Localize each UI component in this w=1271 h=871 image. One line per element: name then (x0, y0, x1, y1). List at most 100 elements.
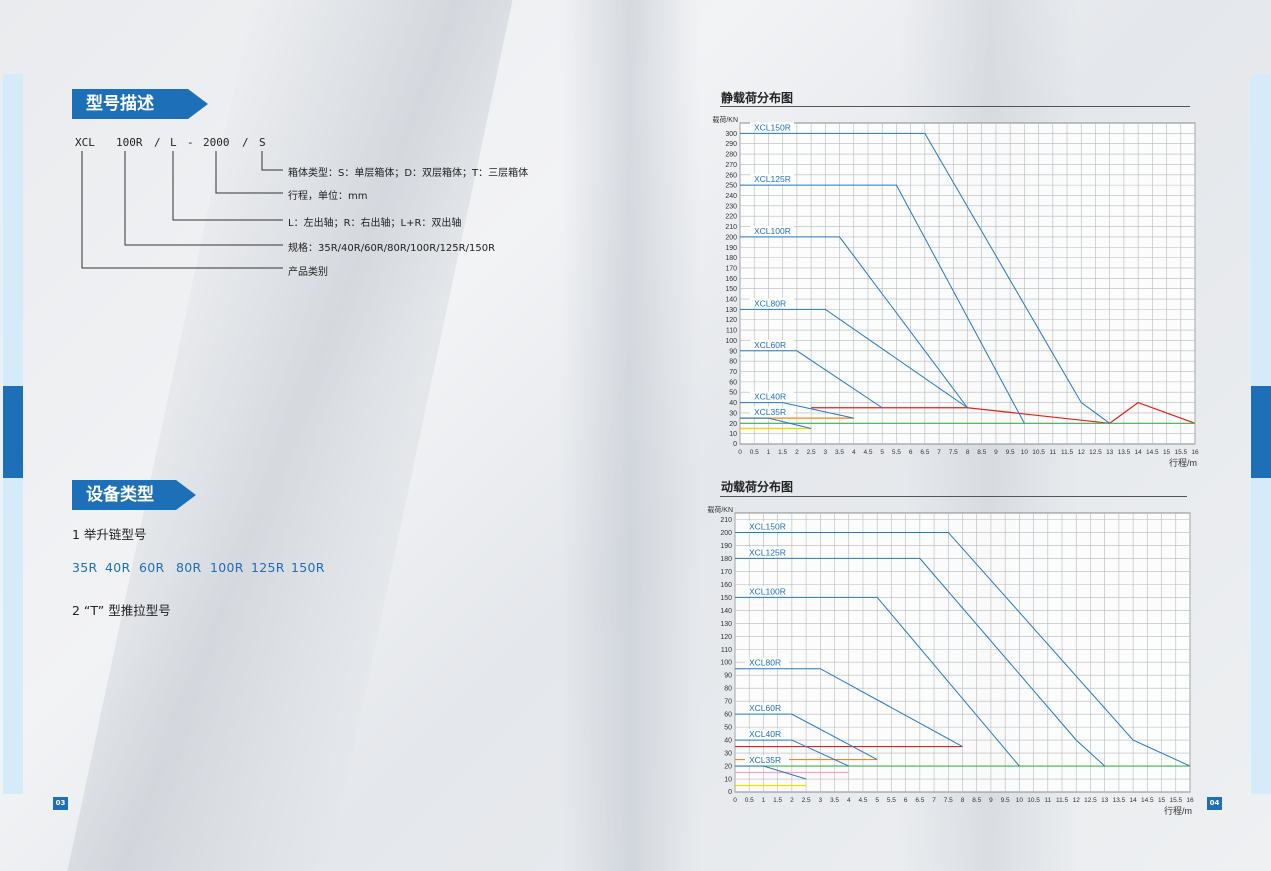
background-photo-overlay (560, 0, 700, 871)
static-load-chart-title: 静载荷分布图 (721, 91, 794, 105)
y-tick-label: 40 (724, 738, 732, 745)
x-tick-label: 4 (852, 449, 856, 456)
y-tick-label: 250 (725, 183, 737, 190)
x-tick-label: 5.5 (887, 797, 896, 804)
x-tick-label: 13.5 (1113, 797, 1126, 804)
y-tick-label: 60 (724, 712, 732, 719)
x-tick-label: 1.5 (773, 797, 782, 804)
y-tick-label: 150 (725, 286, 737, 293)
x-tick-label: 13 (1101, 797, 1109, 804)
x-tick-label: 16 (1191, 449, 1199, 456)
y-tick-label: 140 (725, 297, 737, 304)
model-150r: 150R (291, 560, 325, 575)
x-tick-label: 7 (937, 449, 941, 456)
y-tick-label: 220 (725, 214, 737, 221)
x-tick-label: 12 (1073, 797, 1081, 804)
x-tick-label: 10.5 (1027, 797, 1040, 804)
x-tick-label: 1 (762, 797, 766, 804)
x-tick-label: 5 (880, 449, 884, 456)
y-tick-label: 270 (725, 162, 737, 169)
x-tick-label: 5.5 (892, 449, 901, 456)
series-label-xcl125r: XCL125R (754, 174, 791, 184)
model-100r: 100R (210, 560, 244, 575)
y-tick-label: 10 (724, 777, 732, 784)
desc-stroke: 行程，单位：mm (288, 191, 368, 202)
x-tick-label: 16 (1186, 797, 1194, 804)
y-tick-label: 230 (725, 203, 737, 210)
y-tick-label: 160 (725, 276, 737, 283)
x-tick-label: 11 (1044, 797, 1051, 804)
x-tick-label: 12.5 (1089, 449, 1102, 456)
x-tick-label: 10.5 (1032, 449, 1045, 456)
x-tick-label: 13.5 (1118, 449, 1131, 456)
x-axis-label: 行程/m (1169, 457, 1197, 468)
x-tick-label: 12.5 (1084, 797, 1097, 804)
series-label-xcl80r: XCL80R (754, 298, 786, 308)
x-tick-label: 0.5 (745, 797, 754, 804)
x-tick-label: 9.5 (1006, 449, 1015, 456)
x-tick-label: 13 (1106, 449, 1114, 456)
y-tick-label: 190 (725, 245, 737, 252)
model-35r: 35R (72, 560, 98, 575)
y-tick-label: 20 (729, 421, 737, 428)
x-tick-label: 11 (1049, 449, 1056, 456)
y-tick-label: 0 (733, 441, 737, 448)
y-tick-label: 50 (724, 725, 732, 732)
x-tick-label: 2 (795, 449, 799, 456)
x-tick-label: 9 (989, 797, 993, 804)
x-tick-label: 15 (1158, 797, 1166, 804)
x-tick-label: 15.5 (1169, 797, 1182, 804)
series-label-xcl60r: XCL60R (749, 703, 781, 713)
left-edge-accent (3, 386, 23, 478)
y-tick-label: 240 (725, 193, 737, 200)
x-tick-label: 7.5 (944, 797, 953, 804)
x-tick-label: 6.5 (920, 449, 929, 456)
x-tick-label: 2.5 (807, 449, 816, 456)
x-tick-label: 1 (767, 449, 771, 456)
series-label-xcl125r: XCL125R (749, 547, 786, 557)
series-label-xcl150r: XCL150R (749, 521, 786, 531)
desc-box-type: 箱体类型：S：单层箱体；D：双层箱体；T：三层箱体 (288, 168, 529, 179)
x-tick-label: 8 (961, 797, 965, 804)
model-125r: 125R (251, 560, 285, 575)
x-tick-label: 0.5 (750, 449, 759, 456)
x-tick-label: 14 (1130, 797, 1138, 804)
x-tick-label: 14.5 (1146, 449, 1159, 456)
y-tick-label: 90 (724, 673, 732, 680)
x-axis-label: 行程/m (1164, 805, 1192, 816)
y-tick-label: 290 (725, 141, 737, 148)
y-tick-label: 210 (725, 224, 737, 231)
y-tick-label: 180 (720, 556, 732, 563)
x-tick-label: 6 (904, 797, 908, 804)
y-tick-label: 210 (720, 517, 732, 524)
x-tick-label: 7 (932, 797, 936, 804)
y-tick-label: 30 (729, 410, 737, 417)
x-tick-label: 2 (790, 797, 794, 804)
y-tick-label: 80 (729, 359, 737, 366)
static-load-chart: 0 0.5 1 1.5 2 2.5 3 3.5 4 4.5 5 5.5 6 6.5 7 7.5 8 8.5 9 9.5… (712, 115, 1199, 468)
x-tick-label: 14.5 (1141, 797, 1154, 804)
y-tick-label: 200 (720, 530, 732, 537)
y-tick-label: 160 (720, 582, 732, 589)
dynamic-load-chart-title: 动载荷分布图 (721, 480, 794, 494)
x-tick-label: 14 (1135, 449, 1143, 456)
x-tick-label: 6.5 (915, 797, 924, 804)
section-heading-equipment: 设备类型 (72, 480, 196, 510)
x-tick-label: 5 (875, 797, 879, 804)
y-tick-label: 40 (729, 400, 737, 407)
y-tick-label: 100 (720, 660, 732, 667)
series-label-xcl60r: XCL60R (754, 340, 786, 350)
x-tick-label: 3.5 (835, 449, 844, 456)
x-tick-label: 11.5 (1056, 797, 1069, 804)
x-tick-label: 9 (994, 449, 998, 456)
y-tick-label: 10 (729, 431, 737, 438)
y-tick-label: 110 (726, 328, 737, 335)
desc-category: 产品类别 (288, 267, 328, 278)
y-tick-label: 70 (729, 369, 737, 376)
x-tick-label: 3 (824, 449, 828, 456)
series-label-xcl100r: XCL100R (754, 226, 791, 236)
x-tick-label: 4.5 (863, 449, 872, 456)
x-tick-label: 10 (1021, 449, 1029, 456)
model-40r: 40R (105, 560, 131, 575)
y-axis-label: 载荷/KN (707, 505, 733, 514)
